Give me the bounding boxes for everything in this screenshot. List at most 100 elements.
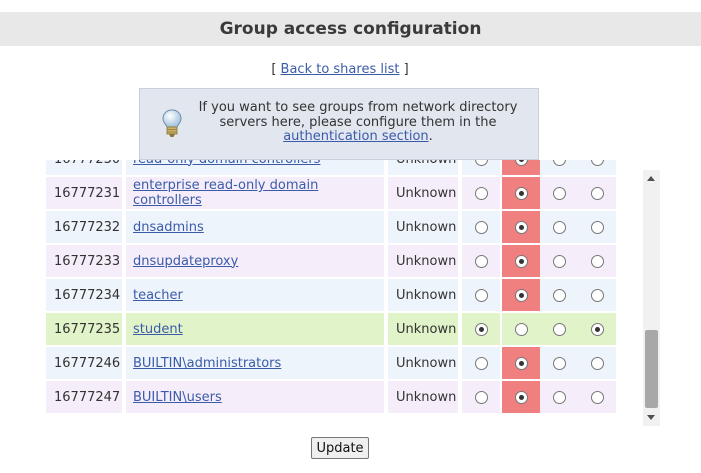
group-name-cell: teacher [126,279,386,311]
table-row: 16777231 enterprise read-only domain cont… [46,177,618,211]
group-status: Unknown [388,313,460,345]
group-name-link[interactable]: read-only domain controllers [133,160,320,167]
table-row: 16777235 student Unknown [46,313,618,347]
group-id: 16777247 [46,381,124,413]
group-status: Unknown [388,211,460,243]
access-radio-2[interactable] [552,390,566,404]
group-id: 16777232 [46,211,124,243]
group-name-link[interactable]: dnsadmins [133,220,204,235]
info-period: . [428,129,433,144]
backlink-suffix: ] [399,62,409,77]
access-cell-3 [578,245,616,277]
page-title: Group access configuration [0,12,701,46]
access-cell-0 [462,160,500,175]
group-name-link[interactable]: enterprise read-only domain controllers [133,178,384,208]
table-scrollbar[interactable] [643,170,660,426]
access-cell-3 [578,313,616,345]
access-radio-0[interactable] [474,288,488,302]
group-name-cell: dnsadmins [126,211,386,243]
access-radio-1[interactable] [514,322,528,336]
table-row: 16777233 dnsupdateproxy Unknown [46,245,618,279]
backlink-container: [ Back to shares list ] [0,62,680,77]
table-row: 16777247 BUILTIN\users Unknown [46,381,618,415]
scroll-down-icon[interactable] [647,415,655,420]
access-radio-0[interactable] [474,160,488,166]
access-radio-0[interactable] [474,356,488,370]
info-box: If you want to see groups from network d… [139,88,539,160]
access-cell-3 [578,381,616,413]
update-button[interactable]: Update [311,437,369,459]
access-radio-0[interactable] [474,390,488,404]
access-radio-3[interactable] [590,160,604,166]
access-radio-1[interactable] [514,288,528,302]
access-radio-1[interactable] [514,186,528,200]
access-radio-2[interactable] [552,288,566,302]
scroll-up-icon[interactable] [647,176,655,181]
access-cell-2 [540,347,578,379]
info-text: If you want to see groups from network d… [198,100,518,130]
access-cell-2 [540,279,578,311]
access-radio-3[interactable] [590,220,604,234]
access-cell-1 [502,347,540,379]
access-radio-1[interactable] [514,254,528,268]
group-name-cell: BUILTIN\administrators [126,347,386,379]
access-radio-0[interactable] [474,220,488,234]
group-id: 16777235 [46,313,124,345]
access-cell-0 [462,211,500,243]
access-cell-2 [540,245,578,277]
access-cell-3 [578,160,616,175]
access-cell-3 [578,211,616,243]
access-radio-3[interactable] [590,390,604,404]
group-name-link[interactable]: student [133,322,183,337]
access-radio-0[interactable] [474,322,488,336]
group-id: 16777233 [46,245,124,277]
access-radio-2[interactable] [552,160,566,166]
access-cell-1 [502,313,540,345]
access-radio-0[interactable] [474,254,488,268]
access-cell-3 [578,177,616,209]
access-cell-1 [502,177,540,209]
access-cell-1 [502,160,540,175]
group-name-link[interactable]: teacher [133,288,183,303]
back-to-shares-link[interactable]: Back to shares list [281,62,400,77]
access-radio-1[interactable] [514,220,528,234]
group-name-cell: student [126,313,386,345]
group-id: 16777246 [46,347,124,379]
authentication-section-link[interactable]: authentication section [283,129,428,144]
access-cell-0 [462,313,500,345]
access-radio-1[interactable] [514,160,528,166]
group-id: 16777234 [46,279,124,311]
group-name-cell: read-only domain controllers [126,160,386,175]
access-cell-1 [502,245,540,277]
group-name-link[interactable]: BUILTIN\users [133,390,222,405]
group-name-link[interactable]: BUILTIN\administrators [133,356,281,371]
group-access-table[interactable]: 16777230 read-only domain controllers Unkn… [46,160,660,426]
access-radio-2[interactable] [552,356,566,370]
access-radio-2[interactable] [552,220,566,234]
group-name-cell: dnsupdateproxy [126,245,386,277]
access-radio-2[interactable] [552,254,566,268]
access-radio-2[interactable] [552,186,566,200]
access-cell-1 [502,381,540,413]
access-cell-1 [502,211,540,243]
access-cell-2 [540,211,578,243]
access-radio-3[interactable] [590,186,604,200]
group-name-link[interactable]: dnsupdateproxy [133,254,238,269]
access-radio-3[interactable] [590,356,604,370]
access-radio-1[interactable] [514,390,528,404]
access-radio-3[interactable] [590,254,604,268]
group-status: Unknown [388,347,460,379]
access-cell-2 [540,177,578,209]
backlink-prefix: [ [271,62,281,77]
lightbulb-icon [162,109,182,143]
access-radio-1[interactable] [514,356,528,370]
access-cell-0 [462,347,500,379]
access-radio-0[interactable] [474,186,488,200]
scroll-thumb[interactable] [645,330,658,408]
access-radio-3[interactable] [590,322,604,336]
table-row: 16777230 read-only domain controllers Unkn… [46,160,618,177]
access-cell-0 [462,279,500,311]
access-radio-2[interactable] [552,322,566,336]
access-radio-3[interactable] [590,288,604,302]
access-cell-2 [540,313,578,345]
